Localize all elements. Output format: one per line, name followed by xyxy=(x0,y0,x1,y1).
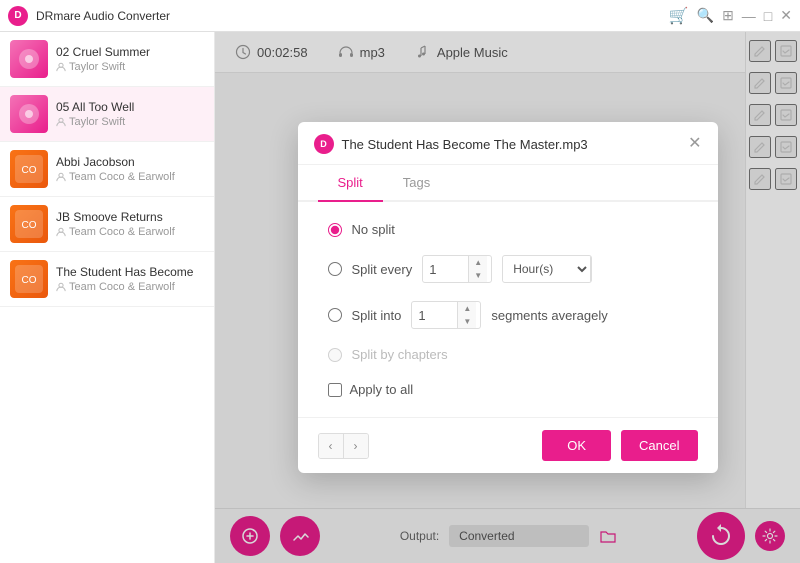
track-info: The Student Has Become Team Coco & Earwo… xyxy=(56,265,204,293)
track-info: JB Smoove Returns Team Coco & Earwolf xyxy=(56,210,204,238)
cart-icon[interactable]: 🛒 xyxy=(669,6,689,26)
split-into-input-wrap: ▲ ▼ xyxy=(411,301,481,329)
app-title: DRmare Audio Converter xyxy=(36,9,669,23)
track-artist: Team Coco & Earwolf xyxy=(56,281,204,293)
split-dialog: D The Student Has Become The Master.mp3 … xyxy=(298,122,718,473)
unit-select[interactable]: Hour(s) Minute(s) Second(s) xyxy=(503,257,590,281)
svg-text:CO: CO xyxy=(22,275,37,286)
track-artist: Team Coco & Earwolf xyxy=(56,171,204,183)
cancel-button[interactable]: Cancel xyxy=(621,430,697,461)
select-arrow-icon: ▼ xyxy=(590,256,592,282)
no-split-radio[interactable] xyxy=(328,223,342,237)
no-split-label: No split xyxy=(352,222,395,237)
split-every-input-wrap: ▲ ▼ xyxy=(422,255,492,283)
apply-all-checkbox[interactable] xyxy=(328,383,342,397)
split-every-radio[interactable] xyxy=(328,262,342,276)
track-name: Abbi Jacobson xyxy=(56,155,204,169)
search-icon[interactable]: 🔍 xyxy=(697,7,714,24)
dialog-tabs: Split Tags xyxy=(298,165,718,202)
unit-select-wrap: Hour(s) Minute(s) Second(s) ▼ xyxy=(502,255,592,283)
window-layout-icon[interactable]: ⊞ xyxy=(722,7,734,24)
dialog-footer: ‹ › OK Cancel xyxy=(298,417,718,473)
split-into-row: Split into ▲ ▼ segments averagely xyxy=(328,301,688,329)
split-every-row: Split every ▲ ▼ Hour(s) Minute(s) xyxy=(328,255,688,283)
apply-all-row: Apply to all xyxy=(328,382,688,397)
track-thumbnail: CO xyxy=(10,260,48,298)
dialog-body: No split Split every ▲ ▼ xyxy=(298,202,718,417)
segments-text: segments averagely xyxy=(491,308,607,323)
tab-tags[interactable]: Tags xyxy=(383,165,450,200)
spinner-up[interactable]: ▲ xyxy=(469,256,487,269)
track-thumbnail xyxy=(10,40,48,78)
track-list: 02 Cruel Summer Taylor Swift 05 All Too … xyxy=(0,32,215,563)
track-name: The Student Has Become xyxy=(56,265,204,279)
track-item[interactable]: CO Abbi Jacobson Team Coco & Earwolf xyxy=(0,142,214,197)
track-item[interactable]: 05 All Too Well Taylor Swift xyxy=(0,87,214,142)
close-icon[interactable]: ✕ xyxy=(780,7,792,24)
spinner-up-2[interactable]: ▲ xyxy=(458,302,476,315)
track-name: 05 All Too Well xyxy=(56,100,204,114)
minimize-icon[interactable]: — xyxy=(742,8,756,24)
titlebar: D DRmare Audio Converter 🛒 🔍 ⊞ — □ ✕ xyxy=(0,0,800,32)
nav-buttons: ‹ › xyxy=(318,433,369,459)
spinners: ▲ ▼ xyxy=(468,256,487,282)
track-item[interactable]: CO The Student Has Become Team Coco & Ea… xyxy=(0,252,214,307)
track-artist: Team Coco & Earwolf xyxy=(56,226,204,238)
split-into-radio[interactable] xyxy=(328,308,342,322)
split-into-label: Split into xyxy=(352,308,402,323)
prev-button[interactable]: ‹ xyxy=(319,434,344,458)
window-controls: 🛒 🔍 ⊞ — □ ✕ xyxy=(669,6,792,26)
spinner-down[interactable]: ▼ xyxy=(469,269,487,282)
track-thumbnail: CO xyxy=(10,205,48,243)
split-into-number[interactable] xyxy=(412,304,457,327)
split-every-label: Split every xyxy=(352,262,413,277)
dialog-close-button[interactable]: ✕ xyxy=(688,136,701,152)
apply-all-label: Apply to all xyxy=(350,382,414,397)
track-name: JB Smoove Returns xyxy=(56,210,204,224)
spinner-down-2[interactable]: ▼ xyxy=(458,315,476,328)
dialog-overlay: D The Student Has Become The Master.mp3 … xyxy=(215,32,800,563)
spinners-2: ▲ ▼ xyxy=(457,302,476,328)
split-chapters-label: Split by chapters xyxy=(352,347,448,362)
track-artist: Taylor Swift xyxy=(56,61,204,73)
next-button[interactable]: › xyxy=(344,434,368,458)
split-chapters-row: Split by chapters xyxy=(328,347,688,362)
app-logo: D xyxy=(8,6,28,26)
dialog-header: D The Student Has Become The Master.mp3 … xyxy=(298,122,718,165)
dialog-logo: D xyxy=(314,134,334,154)
track-artist: Taylor Swift xyxy=(56,116,204,128)
track-item[interactable]: CO JB Smoove Returns Team Coco & Earwolf xyxy=(0,197,214,252)
dialog-title: The Student Has Become The Master.mp3 xyxy=(342,137,689,152)
split-every-number[interactable] xyxy=(423,258,468,281)
track-info: Abbi Jacobson Team Coco & Earwolf xyxy=(56,155,204,183)
ok-button[interactable]: OK xyxy=(542,430,611,461)
track-info: 02 Cruel Summer Taylor Swift xyxy=(56,45,204,73)
track-thumbnail: CO xyxy=(10,150,48,188)
content-area: 00:02:58 mp3 Apple Music xyxy=(215,32,800,563)
main-container: 02 Cruel Summer Taylor Swift 05 All Too … xyxy=(0,32,800,563)
track-name: 02 Cruel Summer xyxy=(56,45,204,59)
tab-split[interactable]: Split xyxy=(318,165,383,200)
track-item[interactable]: 02 Cruel Summer Taylor Swift xyxy=(0,32,214,87)
track-info: 05 All Too Well Taylor Swift xyxy=(56,100,204,128)
svg-text:CO: CO xyxy=(22,220,37,231)
no-split-row: No split xyxy=(328,222,688,237)
track-thumbnail xyxy=(10,95,48,133)
split-chapters-radio[interactable] xyxy=(328,348,342,362)
maximize-icon[interactable]: □ xyxy=(764,8,772,24)
svg-text:CO: CO xyxy=(22,165,37,176)
